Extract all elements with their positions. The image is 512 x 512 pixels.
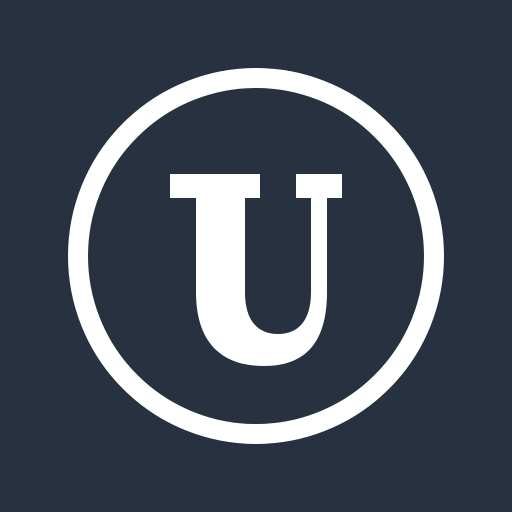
app-icon <box>0 0 512 512</box>
circled-letter-u-logo-icon <box>0 0 512 512</box>
